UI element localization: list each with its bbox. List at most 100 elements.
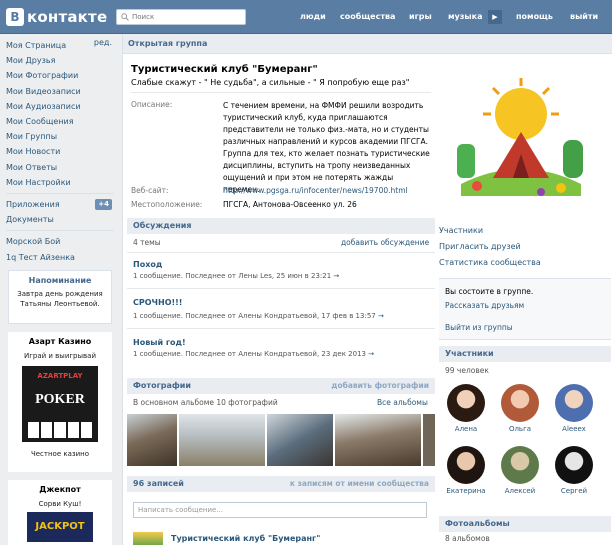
discussions-title: Обсуждения bbox=[133, 221, 192, 230]
right-column: Участники Пригласить друзей Статистика с… bbox=[439, 34, 612, 545]
avatar[interactable] bbox=[501, 384, 539, 422]
photos-title: Фотографии bbox=[133, 381, 192, 390]
member-name[interactable]: Сергей bbox=[551, 487, 597, 495]
member-card[interactable]: Aleeex bbox=[551, 384, 597, 433]
photos-subtitle: В основном альбоме 10 фотографий bbox=[133, 398, 278, 407]
search-icon bbox=[121, 13, 129, 21]
nav-music[interactable]: музыка bbox=[448, 12, 482, 21]
ad-jackpot-subtitle: Сорви Куш! bbox=[38, 500, 82, 508]
topic-meta: 1 сообщение. Последнее от Алены Кондрать… bbox=[133, 312, 384, 320]
community-stats-link[interactable]: Статистика сообщества bbox=[439, 258, 541, 267]
nav-communities[interactable]: сообщества bbox=[340, 12, 395, 21]
member-card[interactable]: Алена bbox=[443, 384, 489, 433]
post-avatar[interactable] bbox=[133, 532, 163, 545]
members-link[interactable]: Участники bbox=[439, 226, 483, 235]
discussions-header[interactable]: Обсуждения bbox=[127, 218, 435, 234]
member-card[interactable]: Алексей bbox=[497, 446, 543, 495]
sidebar-item-documents[interactable]: Документы bbox=[6, 212, 114, 227]
website-label: Веб-сайт: bbox=[131, 186, 169, 195]
ad-jackpot-banner[interactable]: JACKPOT bbox=[27, 512, 93, 542]
topic-title[interactable]: Поход bbox=[133, 260, 162, 269]
ad-casino-banner[interactable]: AZARTPLAY POKER bbox=[22, 366, 98, 442]
sidebar-item-news[interactable]: Мои Новости bbox=[6, 144, 114, 159]
tell-friends-link[interactable]: Рассказать друзьям bbox=[445, 301, 524, 310]
photo-thumb[interactable] bbox=[179, 414, 265, 466]
reminder-card[interactable]: Напоминание Завтра день рождения Татьяны… bbox=[8, 270, 112, 324]
sidebar-item-game-iq-test[interactable]: 1q Тест Айзенка bbox=[6, 250, 114, 265]
description-label: Описание: bbox=[131, 100, 173, 109]
photo-thumb[interactable] bbox=[127, 414, 177, 466]
nav-games[interactable]: игры bbox=[409, 12, 432, 21]
play-icon[interactable]: ▶ bbox=[488, 10, 502, 24]
sidebar-divider bbox=[6, 193, 114, 195]
sidebar-item-game-sea-battle[interactable]: Морской Бой bbox=[6, 234, 114, 249]
arrow-right-icon[interactable]: → bbox=[378, 312, 384, 320]
search-box[interactable] bbox=[116, 9, 246, 25]
tent-illustration-icon bbox=[441, 74, 599, 204]
photos-header[interactable]: Фотографии добавить фотографии bbox=[127, 378, 435, 394]
sidebar-item-messages[interactable]: Мои Сообщения bbox=[6, 114, 114, 129]
ad-casino-title: Азарт Казино bbox=[28, 337, 92, 346]
community-posts-link[interactable]: к записям от имени сообщества bbox=[290, 476, 429, 492]
arrow-right-icon[interactable]: → bbox=[368, 350, 374, 358]
reminder-title: Напоминание bbox=[28, 276, 92, 285]
main-content: Открытая группа Туристический клуб "Буме… bbox=[122, 34, 612, 545]
member-name[interactable]: Екатерина bbox=[443, 487, 489, 495]
member-card[interactable]: Сергей bbox=[551, 446, 597, 495]
topic-title[interactable]: СРОЧНО!!! bbox=[133, 298, 182, 307]
photo-thumb[interactable] bbox=[335, 414, 421, 466]
nav-logout[interactable]: выйти bbox=[570, 12, 598, 21]
add-discussion-link[interactable]: добавить обсуждение bbox=[341, 238, 429, 247]
group-description: С течением времени, на ФМФИ решили возро… bbox=[223, 101, 430, 194]
members-count: 99 человек bbox=[445, 366, 489, 375]
group-cover-image[interactable] bbox=[441, 74, 599, 204]
albums-count: 8 альбомов bbox=[445, 534, 490, 543]
wall-header[interactable]: 96 записей к записям от имени сообщества bbox=[127, 476, 435, 492]
member-name[interactable]: Алексей bbox=[497, 487, 543, 495]
post-input[interactable]: Написать сообщение... bbox=[133, 502, 427, 518]
nav-help[interactable]: помощь bbox=[516, 12, 553, 21]
wall-count: 96 записей bbox=[133, 479, 184, 488]
avatar[interactable] bbox=[447, 384, 485, 422]
website-link[interactable]: http://www.pgsga.ru/infocenter/news/1970… bbox=[223, 186, 408, 195]
avatar[interactable] bbox=[555, 446, 593, 484]
sidebar-item-audio[interactable]: Мои Аудиозаписи bbox=[6, 99, 114, 114]
all-albums-link[interactable]: Все альбомы bbox=[377, 398, 428, 407]
ad-casino-subtitle: Играй и выигрывай bbox=[23, 352, 96, 360]
photo-thumb[interactable] bbox=[267, 414, 333, 466]
arrow-right-icon[interactable]: → bbox=[333, 272, 339, 280]
invite-friends-link[interactable]: Пригласить друзей bbox=[439, 242, 521, 251]
ad-jackpot[interactable]: Джекпот Сорви Куш! JACKPOT bbox=[8, 480, 112, 545]
albums-title: Фотоальбомы bbox=[445, 519, 510, 528]
topic-title[interactable]: Новый год! bbox=[133, 338, 186, 347]
member-card[interactable]: Ольга bbox=[497, 384, 543, 433]
sidebar-item-photos[interactable]: Мои Фотографии bbox=[6, 68, 114, 83]
avatar[interactable] bbox=[501, 446, 539, 484]
ad-casino[interactable]: Азарт Казино Играй и выигрывай AZARTPLAY… bbox=[8, 332, 112, 472]
search-input[interactable] bbox=[132, 13, 242, 21]
member-name[interactable]: Алена bbox=[443, 425, 489, 433]
sidebar-divider bbox=[6, 230, 114, 232]
reminder-text: Завтра день рождения Татьяны Леонтьевой. bbox=[17, 290, 103, 308]
edit-menu-link[interactable]: ред. bbox=[94, 38, 112, 47]
ad-casino-banner-top: AZARTPLAY bbox=[37, 372, 83, 380]
member-name[interactable]: Aleeex bbox=[551, 425, 597, 433]
vk-logo[interactable]: В контакте bbox=[6, 8, 107, 26]
photo-thumb[interactable] bbox=[423, 414, 435, 466]
leave-group-link[interactable]: Выйти из группы bbox=[445, 323, 513, 332]
albums-header[interactable]: Фотоальбомы bbox=[439, 516, 611, 532]
sidebar-item-answers[interactable]: Мои Ответы bbox=[6, 160, 114, 175]
nav-people[interactable]: люди bbox=[300, 12, 326, 21]
sidebar-item-groups[interactable]: Мои Группы bbox=[6, 129, 114, 144]
avatar[interactable] bbox=[447, 446, 485, 484]
member-name[interactable]: Ольга bbox=[497, 425, 543, 433]
member-card[interactable]: Екатерина bbox=[443, 446, 489, 495]
post-author[interactable]: Туристический клуб "Бумеранг" bbox=[171, 534, 320, 543]
sidebar-item-friends[interactable]: Мои Друзья bbox=[6, 53, 114, 68]
group-title: Туристический клуб "Бумеранг" bbox=[131, 64, 318, 75]
sidebar-item-videos[interactable]: Мои Видеозаписи bbox=[6, 84, 114, 99]
sidebar-item-settings[interactable]: Мои Настройки bbox=[6, 175, 114, 190]
members-header[interactable]: Участники bbox=[439, 346, 611, 362]
avatar[interactable] bbox=[555, 384, 593, 422]
add-photos-link[interactable]: добавить фотографии bbox=[331, 378, 429, 394]
